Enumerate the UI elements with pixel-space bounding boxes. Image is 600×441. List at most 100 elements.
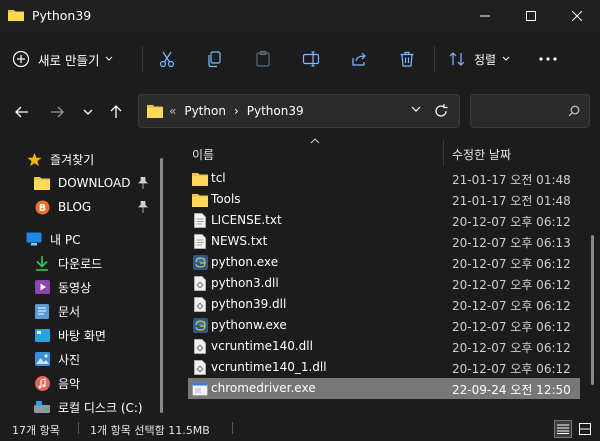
details-view-icon [557, 424, 569, 434]
sidebar-item-pictures[interactable]: 사진 [34, 348, 170, 370]
up-button[interactable] [106, 102, 126, 122]
folder-icon [192, 192, 208, 208]
sort-ascending-icon [310, 138, 320, 144]
title-bar: Python39 [0, 0, 600, 32]
breadcrumb-item-python[interactable]: Python [184, 104, 226, 118]
plus-circle-icon [12, 50, 30, 68]
column-header-name[interactable]: 이름 [192, 146, 214, 163]
file-name: vcruntime140_1.dll [211, 360, 327, 374]
blog-icon: B [34, 199, 50, 215]
divider [142, 46, 143, 72]
file-name: chromedriver.exe [211, 381, 316, 395]
text-file-icon [192, 213, 208, 229]
file-row[interactable]: Tools 21-01-17 오전 01:48 [188, 189, 580, 210]
sidebar-item-desktop[interactable]: 바탕 화면 [34, 324, 170, 346]
navigation-bar: « Python › Python39 [0, 86, 600, 138]
file-list-scrollbar[interactable] [591, 235, 594, 385]
paste-button[interactable] [251, 47, 275, 71]
back-button[interactable] [12, 102, 32, 122]
share-icon [352, 52, 366, 66]
file-row[interactable]: pythonw.exe 20-12-07 오후 06:12 [188, 315, 580, 336]
file-row[interactable]: python3.dll 20-12-07 오후 06:12 [188, 273, 580, 294]
download-icon [36, 255, 48, 271]
exe-icon [192, 381, 208, 397]
breadcrumb-separator[interactable]: › [234, 104, 239, 118]
sidebar-item-documents[interactable]: 문서 [34, 300, 170, 322]
file-name: LICENSE.txt [211, 213, 282, 227]
chevron-down-icon[interactable] [411, 105, 421, 113]
sidebar-item-label: 문서 [58, 304, 81, 319]
file-row[interactable]: vcruntime140_1.dll 20-12-07 오후 06:12 [188, 357, 580, 378]
file-name: NEWS.txt [211, 234, 268, 248]
sidebar-item-label: 바탕 화면 [58, 328, 106, 343]
file-modified-date: 20-12-07 오후 06:12 [452, 320, 571, 334]
sidebar-item-label: DOWNLOAD [58, 176, 131, 190]
file-row[interactable]: LICENSE.txt 20-12-07 오후 06:12 [188, 210, 580, 231]
dll-icon [192, 339, 208, 355]
close-button[interactable] [554, 0, 600, 32]
sidebar-item-label: 음악 [58, 376, 81, 391]
pictures-icon [34, 352, 50, 366]
sort-button-label: 정렬 [474, 52, 497, 67]
sort-button[interactable]: 정렬 [448, 47, 510, 71]
command-bar: 새로 만들기 정렬 [0, 32, 600, 86]
file-row[interactable]: chromedriver.exe 22-09-24 오전 12:50 [188, 378, 580, 399]
chevron-down-icon [106, 56, 113, 61]
file-name: pythonw.exe [211, 318, 287, 332]
breadcrumb: « Python › Python39 [169, 104, 312, 118]
details-view-button[interactable] [554, 420, 572, 438]
delete-button[interactable] [395, 47, 419, 71]
file-modified-date: 20-12-07 오후 06:13 [452, 236, 571, 250]
file-name: python.exe [211, 255, 279, 269]
address-bar[interactable]: « Python › Python39 [138, 94, 460, 128]
sidebar-scrollbar[interactable] [160, 158, 163, 413]
minimize-button[interactable] [462, 0, 508, 32]
file-row[interactable]: vcruntime140.dll 20-12-07 오후 06:12 [188, 336, 580, 357]
file-modified-date: 20-12-07 오후 06:12 [452, 278, 571, 292]
search-input[interactable] [470, 94, 590, 128]
sidebar-item-label: 사진 [58, 352, 81, 367]
rename-button[interactable] [299, 47, 323, 71]
copy-button[interactable] [203, 47, 227, 71]
recent-locations-button[interactable] [78, 102, 98, 122]
tiles-view-button[interactable] [576, 420, 594, 438]
column-divider[interactable] [443, 140, 444, 166]
refresh-icon[interactable] [433, 103, 449, 119]
maximize-icon [526, 11, 536, 21]
file-row[interactable]: python39.dll 20-12-07 오후 06:12 [188, 294, 580, 315]
python-icon [192, 255, 208, 271]
divider [232, 422, 233, 434]
sidebar-item-label: 내 PC [50, 232, 81, 247]
video-icon [34, 280, 50, 294]
cut-button[interactable] [155, 47, 179, 71]
folder-icon [8, 10, 24, 21]
sidebar-item-label: 동영상 [58, 280, 92, 295]
file-row[interactable]: python.exe 20-12-07 오후 06:12 [188, 252, 580, 273]
sidebar-item-videos[interactable]: 동영상 [34, 276, 170, 298]
new-button[interactable]: 새로 만들기 [12, 44, 113, 74]
music-icon [34, 375, 50, 391]
file-name: python39.dll [211, 297, 287, 311]
file-row[interactable]: tcl 21-01-17 오전 01:48 [188, 168, 580, 189]
new-button-label: 새로 만들기 [38, 52, 100, 68]
file-modified-date: 20-12-07 오후 06:12 [452, 341, 571, 355]
share-button[interactable] [347, 47, 371, 71]
breadcrumb-overflow[interactable]: « [169, 104, 176, 118]
maximize-button[interactable] [508, 0, 554, 32]
column-header-date[interactable]: 수정한 날짜 [452, 146, 511, 163]
sidebar-item-local-disk[interactable]: 로컬 디스크 (C:) [34, 396, 170, 416]
sidebar-item-download-folder[interactable]: DOWNLOAD [34, 172, 170, 194]
pin-icon[interactable] [138, 177, 148, 189]
sidebar-item-downloads[interactable]: 다운로드 [34, 252, 170, 274]
sidebar-item-this-pc[interactable]: 내 PC [26, 228, 170, 250]
sidebar-item-blog[interactable]: B BLOG [34, 196, 170, 218]
forward-button[interactable] [47, 102, 67, 122]
more-button[interactable] [536, 47, 560, 71]
sidebar-item-music[interactable]: 음악 [34, 372, 170, 394]
pin-icon[interactable] [138, 201, 148, 213]
file-row[interactable]: NEWS.txt 20-12-07 오후 06:13 [188, 231, 580, 252]
chevron-down-icon [502, 56, 510, 61]
breadcrumb-item-python39[interactable]: Python39 [247, 104, 304, 118]
file-name: Tools [211, 192, 241, 206]
sidebar-item-favorites[interactable]: 즐겨찾기 [26, 148, 170, 170]
